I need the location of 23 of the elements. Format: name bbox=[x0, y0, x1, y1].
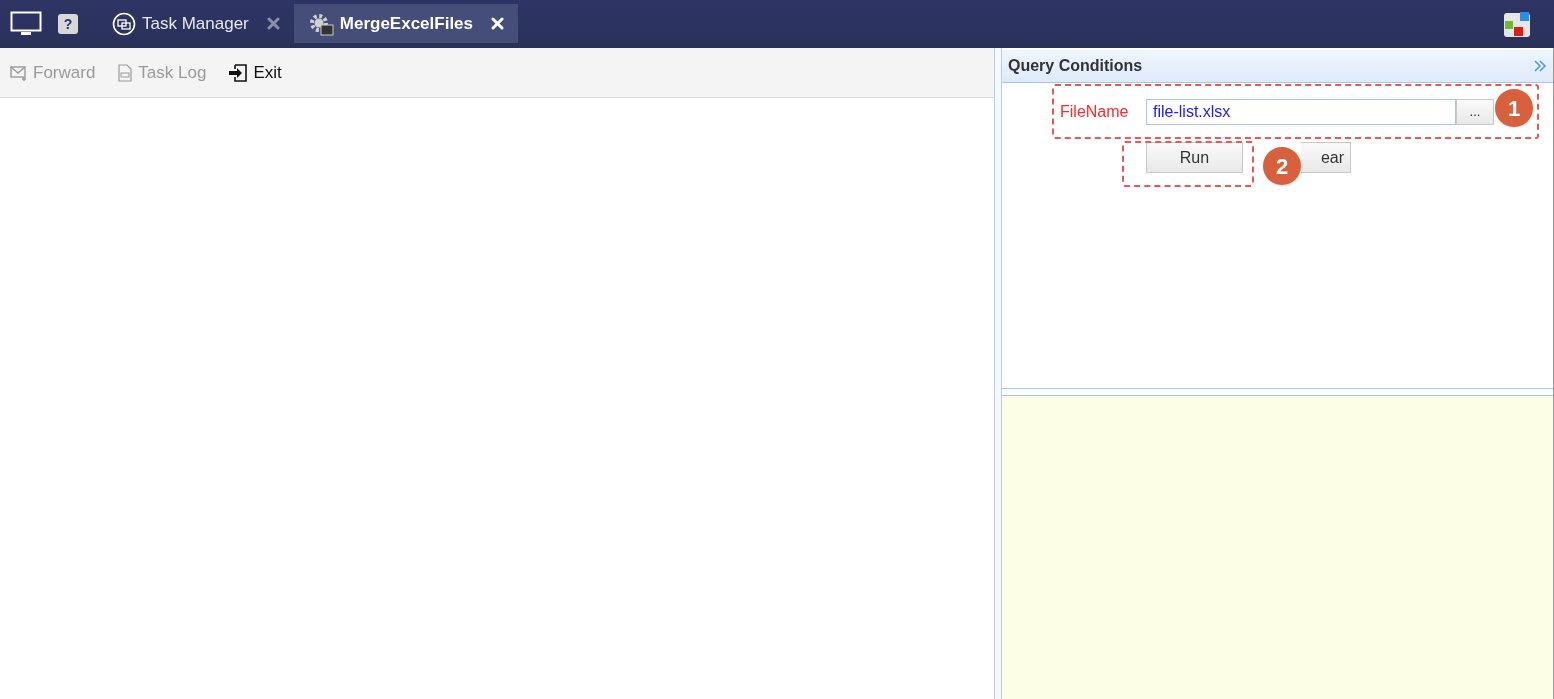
monitor-icon[interactable] bbox=[10, 11, 42, 37]
tab-label: Task Manager bbox=[142, 12, 249, 35]
browse-button[interactable]: ... bbox=[1456, 99, 1494, 125]
close-icon[interactable] bbox=[266, 17, 280, 30]
panel-title: Query Conditions bbox=[1008, 56, 1144, 76]
step-badge: 1 bbox=[1495, 89, 1533, 127]
action-button[interactable]: Run bbox=[1146, 142, 1243, 173]
exit-icon bbox=[228, 62, 249, 83]
collapse-icon[interactable] bbox=[1533, 60, 1547, 72]
tab[interactable]: MergeExcelFiles bbox=[293, 4, 519, 43]
tab[interactable]: Task Manager bbox=[98, 4, 294, 43]
file-name-field[interactable]: file-list.xlsx bbox=[1146, 99, 1456, 125]
action-button[interactable]: ear bbox=[1301, 142, 1351, 173]
toolbar-button[interactable]: Exit bbox=[228, 59, 282, 86]
gear-icon bbox=[307, 11, 334, 36]
windows-icon bbox=[112, 11, 136, 36]
step-badge: 2 bbox=[1263, 147, 1301, 185]
cube-logo-icon bbox=[1502, 9, 1532, 39]
field-label: FileName bbox=[1060, 102, 1130, 122]
envelope-icon bbox=[10, 64, 28, 81]
document-icon bbox=[117, 63, 134, 82]
tab-label: MergeExcelFiles bbox=[339, 12, 474, 35]
help-icon[interactable]: ? bbox=[58, 14, 78, 34]
